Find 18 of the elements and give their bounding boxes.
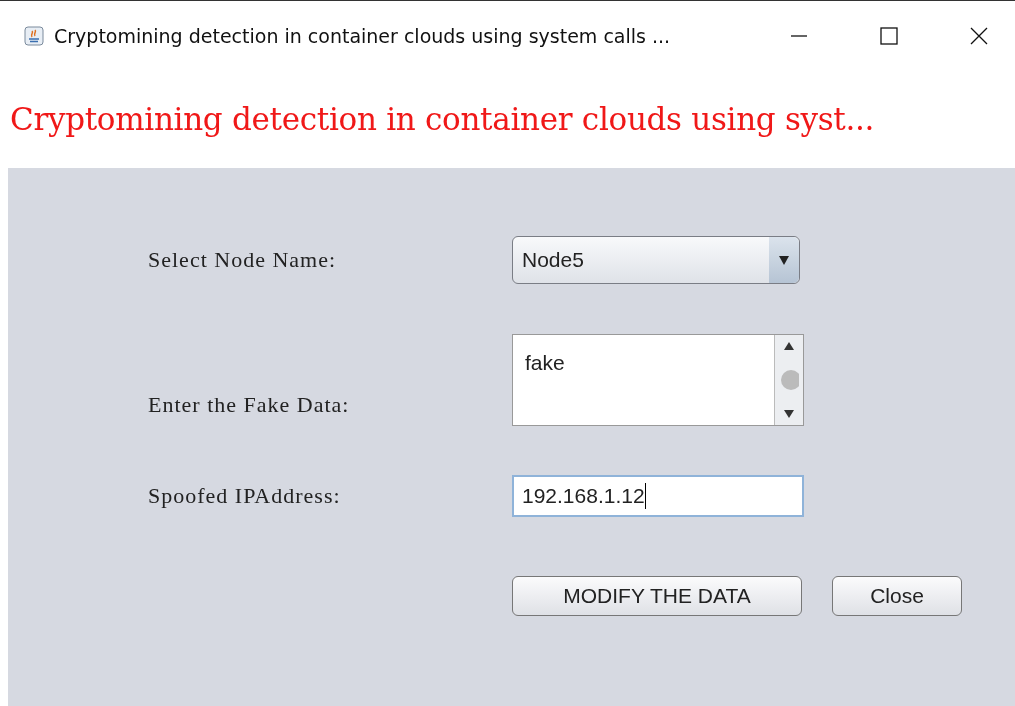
field-label: Select Node Name:: [148, 247, 338, 273]
input-field[interactable]: 192.168.1.12: [512, 475, 804, 517]
maximize-icon[interactable]: [879, 25, 899, 46]
field-label: Enter the Fake Data:: [148, 392, 351, 419]
scrollbar[interactable]: [774, 335, 803, 425]
banner-title: Cryptomining detection in container clouds using syst...: [10, 101, 875, 137]
node-dropdown[interactable]: Node5: [512, 236, 800, 284]
java-app-icon: [24, 25, 44, 46]
scroll-thumb[interactable]: [779, 368, 799, 392]
dropdown-arrow-icon: [779, 255, 789, 265]
scroll-up-icon[interactable]: [783, 341, 795, 351]
close-icon[interactable]: [969, 25, 989, 46]
text-area[interactable]: fake: [512, 334, 804, 426]
action-button[interactable]: MODIFY THE DATA: [512, 576, 802, 616]
field-label: Spoofed IPAddress:: [148, 483, 342, 509]
window-title: Cryptomining detection in container clouds using system calls ...: [54, 24, 671, 47]
action-button[interactable]: Close: [832, 576, 962, 616]
scroll-down-icon[interactable]: [783, 409, 795, 419]
